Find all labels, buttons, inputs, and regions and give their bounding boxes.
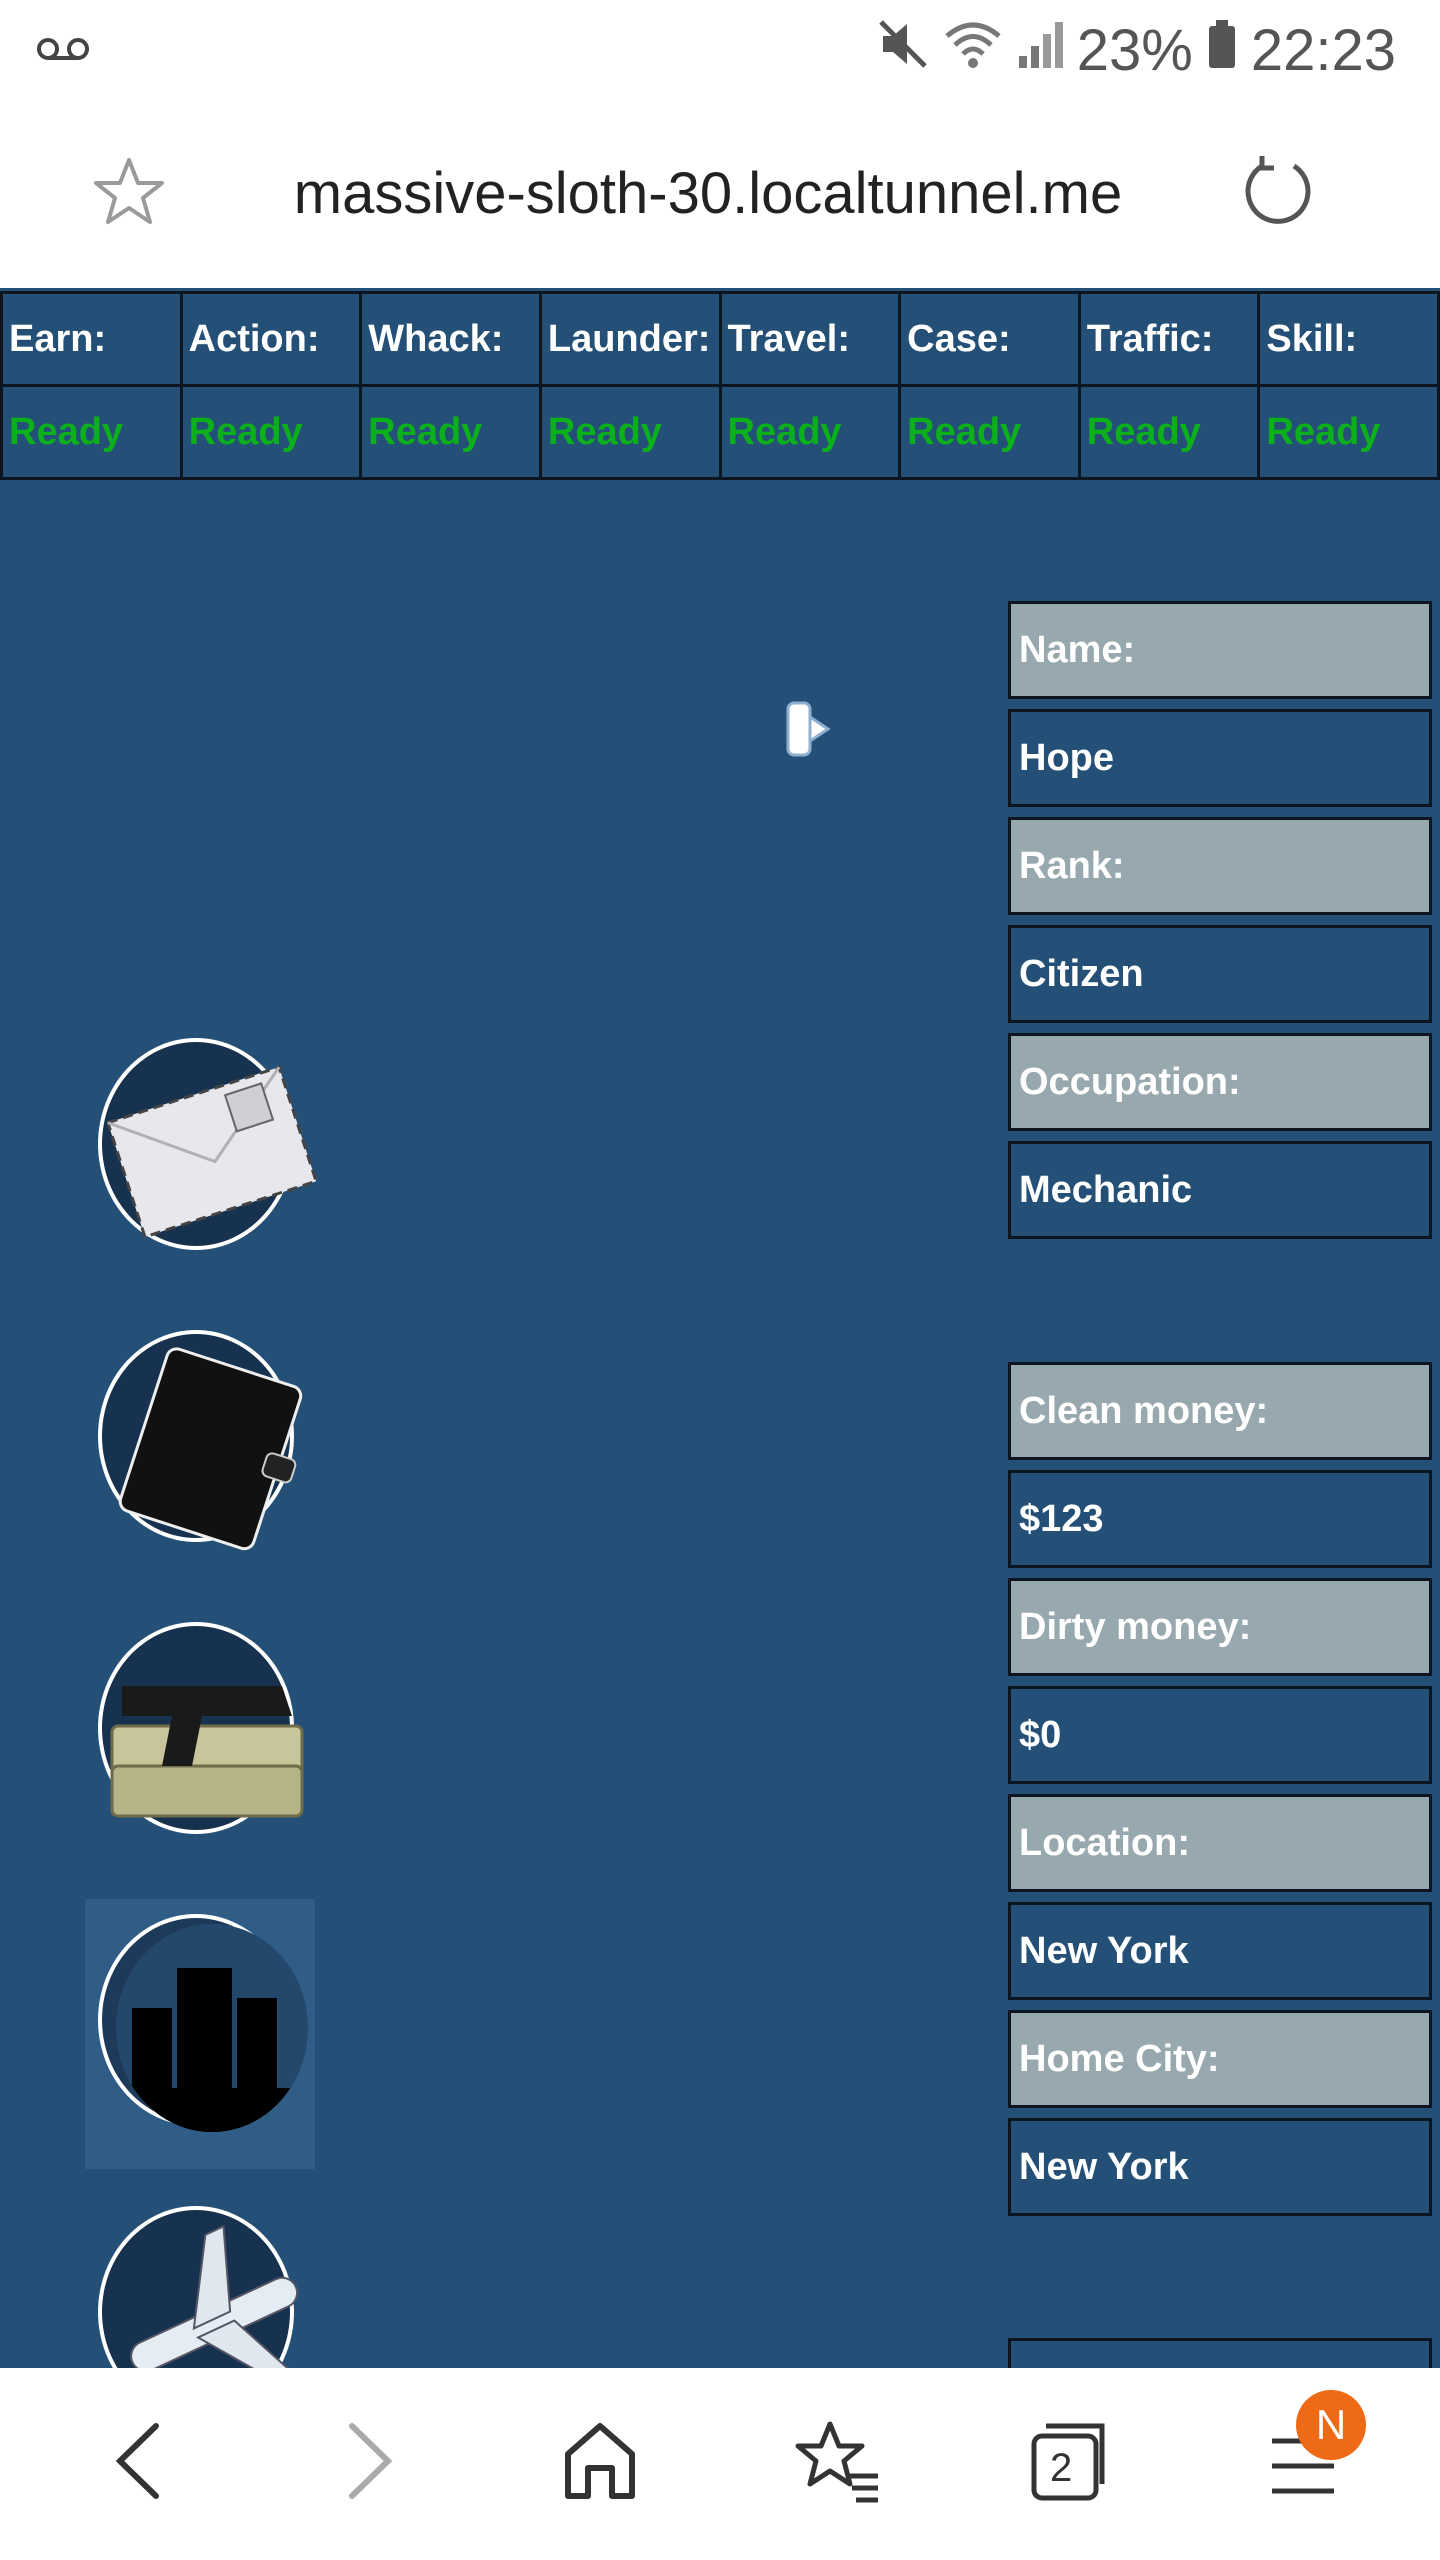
timer-label-action: Action: [179,291,363,387]
mute-icon [877,17,929,84]
info-panel-next-row [1008,2338,1432,2368]
timer-label-travel: Travel: [718,291,902,387]
dirty-money-label: Dirty money: [1008,1578,1432,1676]
occupation-value: Mechanic [1008,1141,1432,1239]
voicemail-icon [36,36,92,67]
wifi-icon [943,17,1003,84]
timer-status-traffic: Ready [1077,384,1261,480]
clock: 22:23 [1250,17,1396,83]
location-value: New York [1008,1902,1432,2000]
address-bar-url[interactable]: massive-sloth-30.localtunnel.me [0,160,1416,227]
battery-percent: 23% [1076,17,1193,83]
reload-icon[interactable] [1240,152,1316,233]
clean-money-value: $123 [1008,1470,1432,1568]
timer-status-earn: Ready [0,384,183,480]
game-page: Earn: Action: Whack: Launder: Travel: Ca… [0,288,1440,2368]
rank-label: Rank: [1008,817,1432,915]
battery-icon [1207,17,1237,84]
location-label: Location: [1008,1794,1432,1892]
timer-label-skill: Skill: [1257,291,1440,387]
gun-money-icon [98,1622,304,1834]
name-value: Hope [1008,709,1432,807]
mail-button[interactable] [85,1023,319,1293]
travel-button[interactable] [85,2191,315,2368]
timer-label-whack: Whack: [359,291,542,387]
timer-status-action: Ready [179,384,363,480]
timer-status-case: Ready [898,384,1081,480]
tabs-icon[interactable]: 2 [1028,2416,1108,2511]
name-label: Name: [1008,601,1432,699]
notebook-button[interactable] [85,1315,315,1585]
occupation-label: Occupation: [1008,1033,1432,1131]
signal-icon [1017,17,1063,84]
bookmarks-icon[interactable] [792,2416,882,2511]
timer-label-launder: Launder: [538,291,722,387]
rank-value: Citizen [1008,925,1432,1023]
weapons-button[interactable] [85,1607,315,1877]
timer-label-traffic: Traffic: [1077,291,1261,387]
city-button[interactable] [85,1899,315,2169]
airplane-icon [98,2206,299,2368]
logout-icon[interactable] [780,693,880,783]
browser-bottom-nav: 2 N [0,2368,1440,2560]
city-icon [98,1914,308,2132]
clean-money-label: Clean money: [1008,1362,1432,1460]
timer-status-launder: Ready [538,384,722,480]
timer-label-earn: Earn: [0,291,183,387]
browser-url-bar: massive-sloth-30.localtunnel.me [0,100,1440,288]
notification-badge: N [1296,2390,1366,2460]
mail-icon [98,1038,319,1250]
timer-status-travel: Ready [718,384,902,480]
back-icon[interactable] [108,2416,168,2511]
dirty-money-value: $0 [1008,1686,1432,1784]
status-bar: 23% 22:23 [0,0,1440,100]
home-icon[interactable] [560,2416,640,2511]
notebook-icon [98,1330,303,1551]
tabs-count: 2 [1050,2446,1073,2490]
timer-label-case: Case: [898,291,1081,387]
timer-status-whack: Ready [359,384,542,480]
timers-table: Earn: Action: Whack: Launder: Travel: Ca… [0,291,1440,480]
timer-status-skill: Ready [1257,384,1440,480]
home-city-value: New York [1008,2118,1432,2216]
forward-icon[interactable] [340,2416,400,2511]
home-city-label: Home City: [1008,2010,1432,2108]
